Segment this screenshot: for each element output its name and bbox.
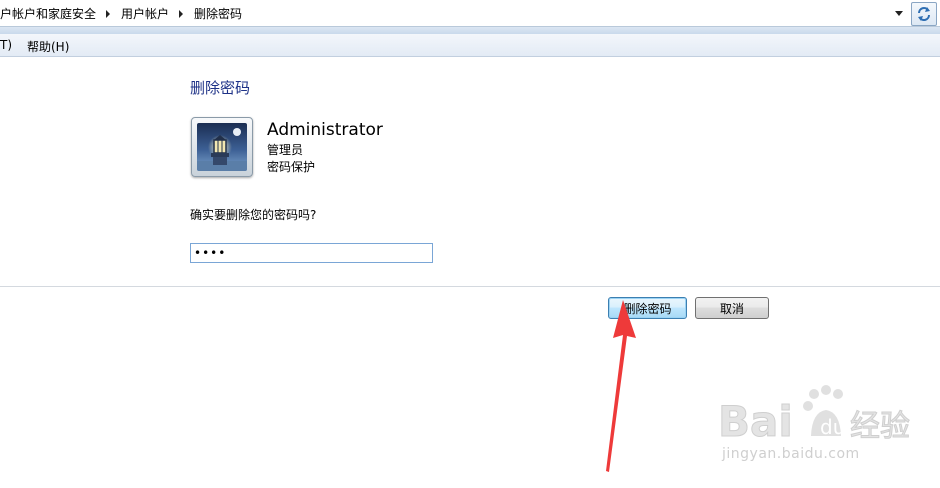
breadcrumb-chevron-icon[interactable]	[106, 9, 111, 18]
breadcrumb-item-family-safety[interactable]: 户帐户和家庭安全	[0, 5, 96, 22]
svg-text:经验: 经验	[850, 409, 910, 444]
refresh-icon	[918, 7, 930, 21]
user-role: 管理员	[267, 143, 304, 157]
breadcrumb-chevron-icon[interactable]	[179, 9, 184, 18]
avatar	[191, 117, 253, 177]
breadcrumb-item-remove-password[interactable]: 删除密码	[194, 5, 242, 22]
watermark-url: jingyan.baidu.com	[722, 446, 860, 462]
cancel-button[interactable]: 取消	[695, 297, 769, 319]
user-password-status: 密码保护	[267, 160, 316, 174]
chevron-down-icon	[895, 10, 903, 16]
baidu-watermark-logo: Bai du 经验	[712, 380, 912, 449]
menu-item-tools[interactable]: T)	[0, 38, 12, 52]
confirm-question: 确实要删除您的密码吗?	[190, 208, 317, 222]
address-dropdown-button[interactable]	[891, 4, 907, 22]
divider	[0, 286, 940, 287]
address-bar-border	[0, 27, 940, 34]
refresh-button[interactable]	[911, 2, 937, 26]
password-field[interactable]	[190, 243, 433, 263]
lighthouse-avatar-icon	[197, 123, 247, 171]
breadcrumb-item-user-accounts[interactable]: 用户帐户	[121, 5, 169, 22]
menu-item-help[interactable]: 帮助(H)	[27, 38, 69, 55]
svg-text:Bai: Bai	[718, 397, 793, 446]
menu-bar: T) 帮助(H)	[0, 34, 940, 57]
red-arrow-annotation	[606, 300, 636, 472]
user-name: Administrator	[267, 120, 383, 140]
svg-text:du: du	[820, 415, 845, 439]
breadcrumb: 户帐户和家庭安全 用户帐户 删除密码	[0, 5, 242, 22]
page-title: 删除密码	[190, 79, 251, 97]
address-bar[interactable]: 户帐户和家庭安全 用户帐户 删除密码	[0, 0, 940, 27]
